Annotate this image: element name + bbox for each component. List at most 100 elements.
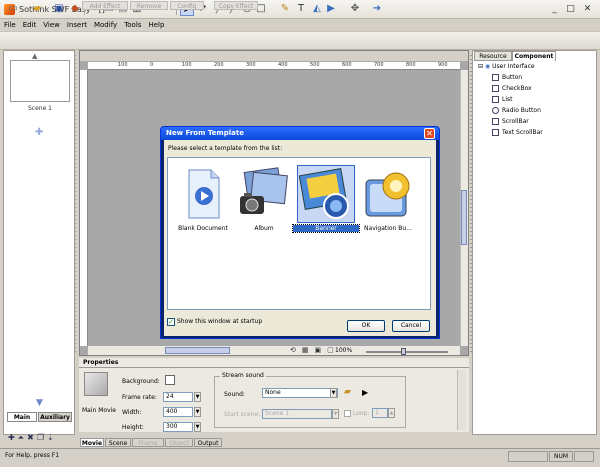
tree-root[interactable]: ⊟ ◉ User Interface bbox=[478, 62, 535, 72]
scroll-down-icon[interactable]: ▼ bbox=[36, 398, 43, 408]
tab-main[interactable]: Main bbox=[7, 412, 37, 422]
effect-icon[interactable]: ➜ bbox=[370, 2, 384, 16]
stream-sound-title: Stream sound bbox=[220, 372, 266, 379]
up-icon[interactable]: ⏶ bbox=[18, 433, 27, 442]
template-blank-document[interactable] bbox=[175, 166, 231, 222]
background-color-swatch[interactable] bbox=[165, 375, 175, 385]
add-icon[interactable]: ✚ bbox=[8, 433, 18, 442]
pick-color-icon[interactable]: ✥ bbox=[348, 2, 362, 16]
copy-scene-icon[interactable]: ❐ bbox=[37, 433, 47, 442]
dialog-close-button[interactable]: ✕ bbox=[424, 128, 435, 139]
template-banner[interactable] bbox=[297, 165, 355, 223]
menu-file[interactable]: File bbox=[4, 19, 16, 31]
properties-scrollbar[interactable] bbox=[457, 370, 466, 430]
copy-effect-button[interactable]: Copy Effect bbox=[214, 1, 258, 10]
rotate-icon[interactable]: ⟲ bbox=[290, 346, 302, 354]
pen-icon[interactable]: ✎ bbox=[278, 2, 292, 16]
minimize-button[interactable]: _ bbox=[548, 4, 561, 15]
scroll-up-icon[interactable]: ▲ bbox=[32, 52, 37, 60]
tree-item-label: List bbox=[502, 96, 513, 103]
sound-select[interactable]: None bbox=[262, 388, 338, 398]
button-component-icon bbox=[492, 74, 499, 81]
template-navigation-button[interactable] bbox=[360, 166, 416, 222]
play-sound-icon[interactable]: ▶ bbox=[362, 388, 368, 397]
tree-item-text-scrollbar[interactable]: Text ScrollBar bbox=[492, 128, 543, 138]
zoom-slider-knob[interactable] bbox=[401, 348, 406, 355]
tree-item-button[interactable]: Button bbox=[492, 73, 522, 83]
tree-item-label: Button bbox=[502, 74, 523, 81]
tab-auxiliary[interactable]: Auxiliary bbox=[38, 412, 72, 422]
menu-help[interactable]: Help bbox=[148, 19, 164, 31]
tab-output[interactable]: Output bbox=[194, 438, 222, 447]
loop-checkbox[interactable] bbox=[344, 410, 351, 417]
remove-button[interactable]: Remove bbox=[130, 1, 168, 10]
frame-rate-input[interactable]: 24 bbox=[163, 392, 193, 402]
save-icon[interactable]: ▣ bbox=[52, 2, 66, 16]
panel-splitter[interactable] bbox=[74, 55, 76, 355]
ruler-tick: 300 bbox=[246, 62, 256, 68]
tree-item-radio-button[interactable]: Radio Button bbox=[492, 106, 541, 116]
height-input[interactable]: 300 bbox=[163, 422, 193, 432]
maximize-button[interactable]: □ bbox=[564, 4, 577, 15]
add-scene-icon[interactable]: ✚ bbox=[35, 127, 43, 138]
tab-frame[interactable]: Frame bbox=[132, 438, 164, 447]
start-scene-select[interactable]: Scene 1 bbox=[262, 409, 332, 419]
move-icon[interactable]: ⇣ bbox=[47, 433, 57, 442]
gradient-icon[interactable]: ▶ bbox=[324, 2, 338, 16]
template-album[interactable] bbox=[236, 166, 292, 222]
tab-scene[interactable]: Scene bbox=[105, 438, 131, 447]
status-num: NUM bbox=[549, 451, 573, 462]
album-icon bbox=[240, 167, 288, 214]
close-button[interactable]: ✕ bbox=[581, 4, 594, 15]
menu-edit[interactable]: Edit bbox=[23, 19, 37, 31]
loop-spinner[interactable]: ▲ bbox=[388, 408, 395, 418]
main-toolbar bbox=[0, 32, 600, 50]
tab-resource[interactable]: Resource bbox=[474, 51, 512, 61]
width-dropdown[interactable]: ▼ bbox=[194, 407, 201, 417]
menu-insert[interactable]: Insert bbox=[67, 19, 87, 31]
tree-item-scrollbar[interactable]: ScrollBar bbox=[492, 117, 529, 127]
config-button[interactable]: Config bbox=[170, 1, 204, 10]
start-scene-dropdown[interactable]: ▼ bbox=[332, 409, 339, 419]
grid-icon[interactable]: ▦ bbox=[302, 346, 315, 354]
vertical-ruler bbox=[80, 70, 88, 346]
cancel-button[interactable]: Cancel bbox=[392, 320, 430, 332]
show-at-startup-label: Show this window at startup bbox=[177, 318, 263, 325]
horizontal-scroll-thumb[interactable] bbox=[165, 347, 230, 354]
zoom-slider[interactable] bbox=[366, 351, 448, 353]
sound-dropdown[interactable]: ▼ bbox=[330, 388, 337, 398]
menu-view[interactable]: View bbox=[43, 19, 60, 31]
tree-item-checkbox[interactable]: CheckBox bbox=[492, 84, 532, 94]
ruler-tick: 100 bbox=[182, 62, 192, 68]
loop-input[interactable]: 1 bbox=[372, 408, 388, 418]
height-label: Height: bbox=[122, 424, 144, 431]
menu-modify[interactable]: Modify bbox=[94, 19, 117, 31]
scene-thumbnail[interactable] bbox=[10, 60, 70, 102]
open-sound-icon[interactable]: ▰ bbox=[344, 387, 351, 397]
new-icon[interactable]: ▭ bbox=[6, 2, 20, 16]
tab-component[interactable]: Component bbox=[512, 51, 556, 61]
height-dropdown[interactable]: ▼ bbox=[194, 422, 201, 432]
show-at-startup-checkbox[interactable]: ✓ bbox=[167, 318, 175, 326]
fit-icon[interactable]: ▣ bbox=[315, 346, 328, 354]
open-icon[interactable]: ▰ bbox=[30, 2, 44, 16]
width-input[interactable]: 400 bbox=[163, 407, 193, 417]
zoom-level: 100% bbox=[335, 347, 353, 354]
delete-scene-icon[interactable]: ✖ bbox=[27, 433, 37, 442]
radio-component-icon bbox=[492, 107, 499, 114]
loop-label: Loop: bbox=[353, 410, 370, 417]
menu-tools[interactable]: Tools bbox=[124, 19, 141, 31]
tree-item-list[interactable]: List bbox=[492, 95, 513, 105]
add-effect-button[interactable]: Add Effect bbox=[82, 1, 128, 10]
collapse-icon[interactable]: ⊟ bbox=[478, 63, 483, 70]
ok-button[interactable]: OK bbox=[347, 320, 385, 332]
vertical-scroll-thumb[interactable] bbox=[461, 190, 467, 245]
text-icon[interactable]: T bbox=[294, 2, 308, 16]
tab-object[interactable]: Object bbox=[165, 438, 193, 447]
fill-icon[interactable]: ◭ bbox=[310, 2, 324, 16]
tab-movie[interactable]: Movie bbox=[80, 438, 104, 447]
frame-rate-dropdown[interactable]: ▼ bbox=[194, 392, 201, 402]
status-cell bbox=[508, 451, 548, 462]
ruler-tick: 200 bbox=[214, 62, 224, 68]
publish-icon[interactable]: ◆ bbox=[68, 2, 82, 16]
